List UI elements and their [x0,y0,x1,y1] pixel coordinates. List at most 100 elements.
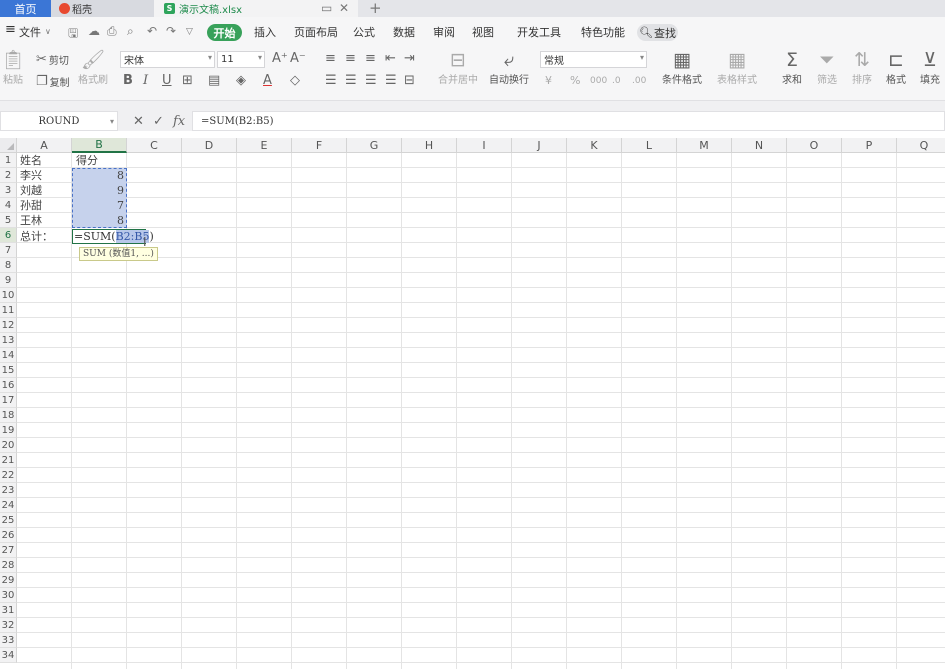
bold-icon[interactable]: B [123,73,133,89]
eraser-icon[interactable]: ◇ [290,73,300,89]
row-header-10[interactable]: 10 [0,288,17,303]
percent-icon[interactable]: % [570,73,580,89]
worksheet-grid[interactable]: ABCDEFGHIJKLMNOPQ 1 2 3 4 5 6 7 8 9 10 11 12 13 14 15 1… [0,138,945,669]
row-header-14[interactable]: 14 [0,348,17,363]
row-header-1[interactable]: 1 [0,153,17,168]
cell-a4[interactable]: 孙甜 [20,198,42,213]
row-header-31[interactable]: 31 [0,603,17,618]
redo-icon[interactable]: ↷ [166,24,176,38]
menu-page-layout[interactable]: 页面布局 [294,24,338,40]
align-bottom-icon[interactable]: ≡ [365,51,376,67]
chevron-down-icon[interactable]: ∨ [45,27,51,36]
tab-daoke[interactable]: 稻壳 [51,0,154,17]
distribute-icon[interactable]: ⊟ [404,73,415,89]
indent-increase-icon[interactable]: ⇥ [404,51,415,67]
row-header-34[interactable]: 34 [0,648,17,663]
thousands-icon[interactable]: 000 [590,73,607,89]
cell-b3[interactable]: 9 [72,183,127,198]
menu-start[interactable]: 开始 [207,24,242,41]
cell-a5[interactable]: 王林 [20,213,42,228]
row-header-26[interactable]: 26 [0,528,17,543]
row-header-6[interactable]: 6 [0,228,17,243]
active-cell-editor[interactable]: =SUM(B2:B5) [72,229,154,244]
menu-special[interactable]: 特色功能 [581,24,625,40]
row-header-4[interactable]: 4 [0,198,17,213]
column-header-a[interactable]: A [17,138,72,153]
cancel-icon[interactable]: ✕ [133,114,144,129]
function-icon[interactable]: fx [173,114,185,129]
cell-a2[interactable]: 李兴 [20,168,42,183]
increase-decimal-icon[interactable]: .0 [612,73,621,89]
table-style-button[interactable]: ▦ 表格样式 [713,49,761,87]
cell-a1[interactable]: 姓名 [20,153,42,168]
close-tab-icon[interactable]: ✕ [339,1,349,15]
cell-a3[interactable]: 刘越 [20,183,42,198]
column-header-m[interactable]: M [677,138,732,153]
menu-formula[interactable]: 公式 [353,24,375,40]
menu-view[interactable]: 视图 [472,24,494,40]
hamburger-icon[interactable]: ≡ [5,22,16,37]
undo-icon[interactable]: ↶ [147,24,157,38]
column-header-c[interactable]: C [127,138,182,153]
sort-button[interactable]: ⇅ 排序 [847,49,877,87]
row-header-8[interactable]: 8 [0,258,17,273]
preview-icon[interactable]: ⌕ [127,24,134,39]
indent-decrease-icon[interactable]: ⇤ [385,51,396,67]
menu-data[interactable]: 数据 [393,24,415,40]
cut-button[interactable]: ✂ 剪切 [36,52,69,67]
align-left-icon[interactable]: ☰ [325,73,337,89]
decrease-font-icon[interactable]: A⁻ [290,51,306,67]
conditional-format-button[interactable]: ▦ 条件格式 [658,49,706,87]
underline-icon[interactable]: U [162,73,172,89]
print-icon[interactable]: ⎙ [107,24,117,39]
wrap-text-button[interactable]: ⤶ 自动换行 [488,49,530,87]
filter-button[interactable]: ⏷ 筛选 [812,49,842,87]
tab-home[interactable]: 首页 [0,0,51,17]
row-header-33[interactable]: 33 [0,633,17,648]
align-right-icon[interactable]: ☰ [365,73,377,89]
row-header-17[interactable]: 17 [0,393,17,408]
confirm-icon[interactable]: ✓ [153,114,164,129]
row-header-32[interactable]: 32 [0,618,17,633]
paste-button[interactable]: 📋︎ 粘贴 [1,49,25,87]
row-header-24[interactable]: 24 [0,498,17,513]
row-header-16[interactable]: 16 [0,378,17,393]
row-header-27[interactable]: 27 [0,543,17,558]
align-center-icon[interactable]: ☰ [345,73,357,89]
column-header-k[interactable]: K [567,138,622,153]
cell-b1[interactable]: 得分 [76,153,98,168]
column-header-b[interactable]: B [72,138,127,153]
align-middle-icon[interactable]: ≡ [345,51,356,67]
menu-file[interactable]: 文件 [19,24,41,40]
column-header-f[interactable]: F [292,138,347,153]
fill-button[interactable]: ⊻ 填充 [915,49,945,87]
save-icon[interactable]: 🖫 [68,24,78,45]
format-painter-button[interactable]: 🖌︎ 格式刷 [77,49,109,87]
new-tab-button[interactable]: + [369,0,382,17]
cell-b2[interactable]: 8 [72,168,127,183]
row-header-3[interactable]: 3 [0,183,17,198]
number-format-select[interactable]: 常规 ▾ [540,51,647,68]
justify-icon[interactable]: ☰ [385,73,397,89]
select-all-corner[interactable] [0,138,17,153]
merge-center-button[interactable]: ⊟ 合并居中 [434,49,482,87]
cell-a6[interactable]: 总计： [20,229,53,244]
formula-input[interactable]: =SUM(B2:B5) [192,111,945,131]
font-name-select[interactable]: 宋体 ▾ [120,51,215,68]
column-header-e[interactable]: E [237,138,292,153]
italic-icon[interactable]: I [143,73,148,89]
name-box[interactable]: ROUND ▾ [0,111,118,131]
row-header-15[interactable]: 15 [0,363,17,378]
column-header-l[interactable]: L [622,138,677,153]
menu-insert[interactable]: 插入 [254,24,276,40]
row-header-7[interactable]: 7 [0,243,17,258]
row-header-19[interactable]: 19 [0,423,17,438]
cell-style-icon[interactable]: ▤ [208,73,220,89]
row-header-23[interactable]: 23 [0,483,17,498]
row-header-28[interactable]: 28 [0,558,17,573]
row-header-30[interactable]: 30 [0,588,17,603]
row-header-22[interactable]: 22 [0,468,17,483]
column-header-i[interactable]: I [457,138,512,153]
format-button[interactable]: ⊏ 格式 [881,49,911,87]
column-header-h[interactable]: H [402,138,457,153]
